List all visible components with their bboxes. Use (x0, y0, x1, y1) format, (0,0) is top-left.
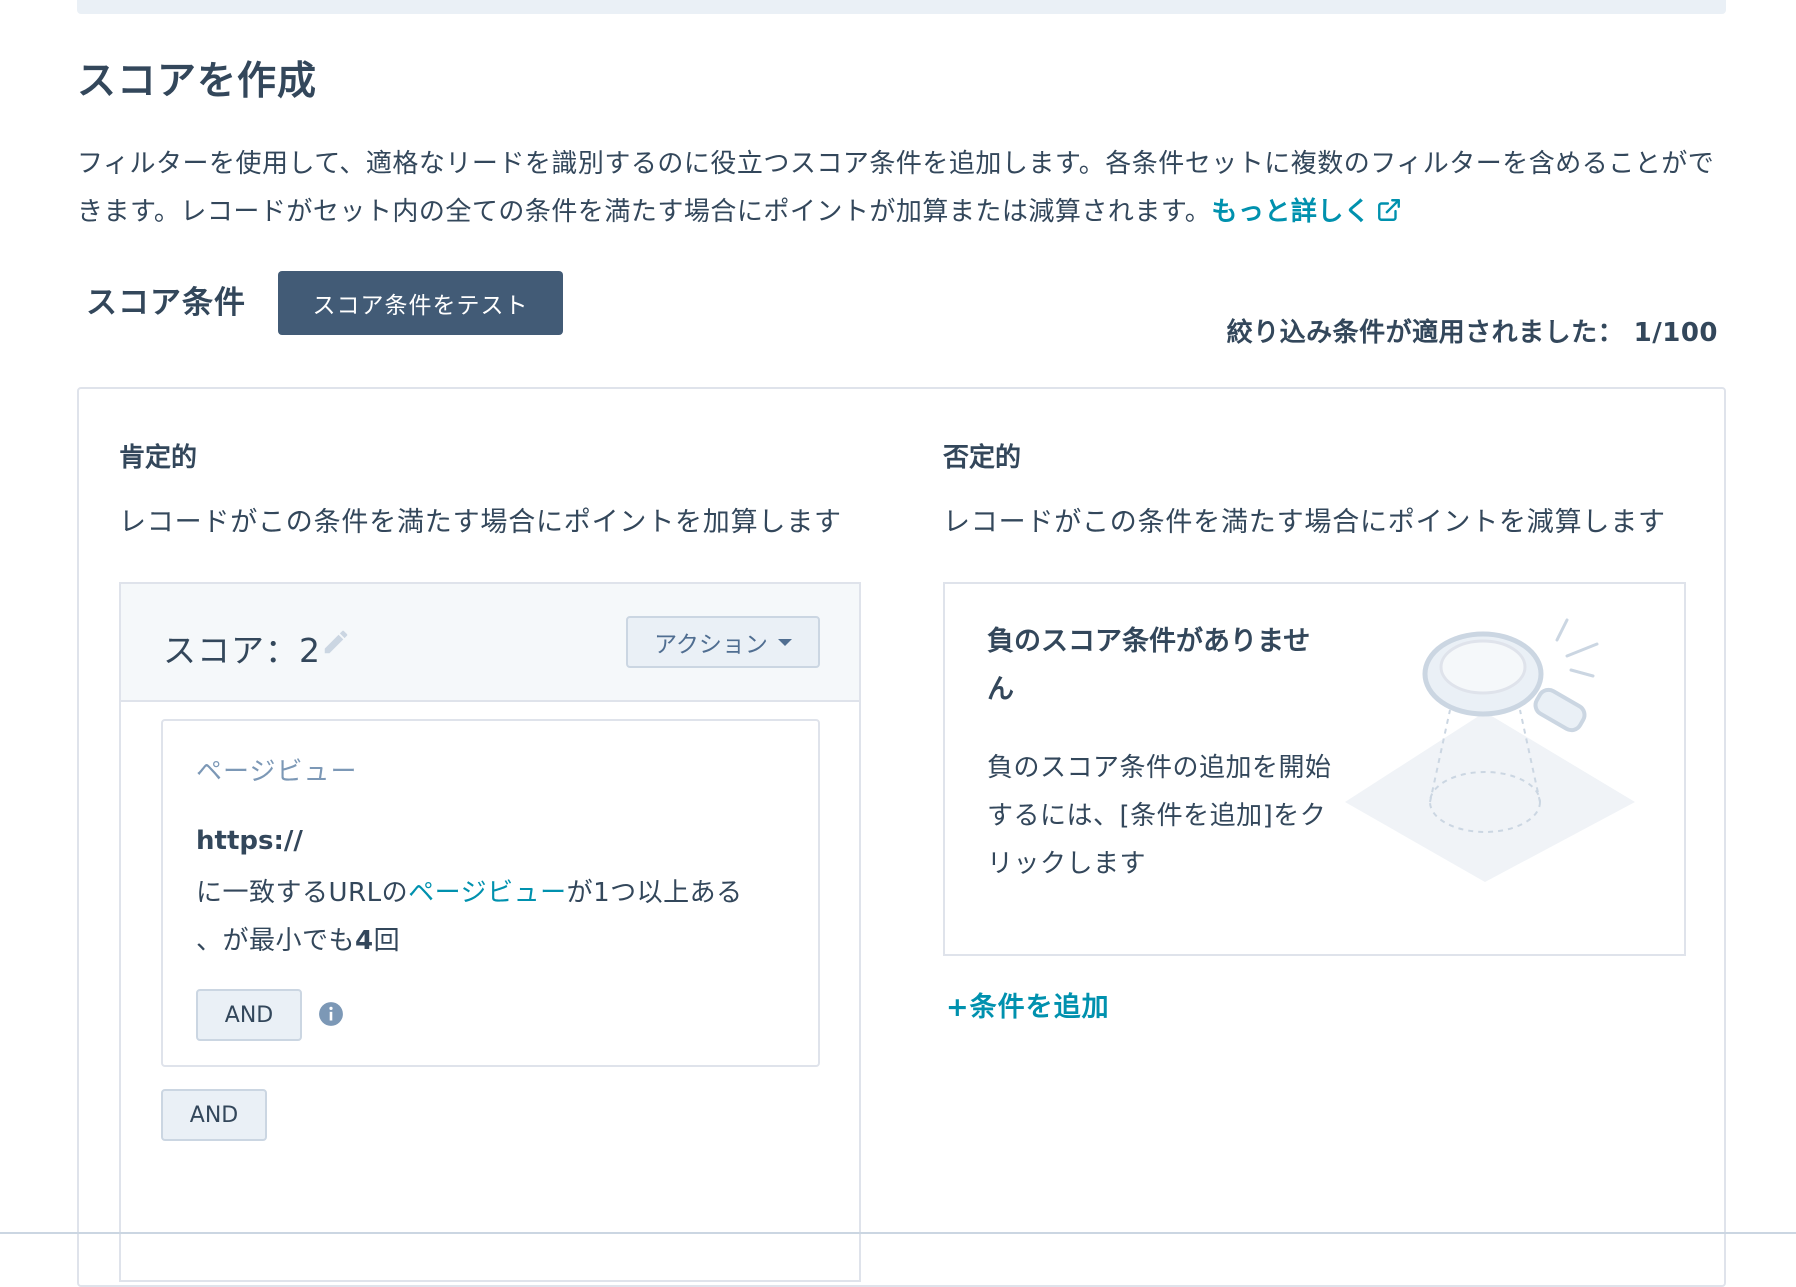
learn-more-link[interactable]: もっと詳しく (1211, 197, 1402, 227)
top-bar (77, 0, 1726, 14)
score-value-label: スコア：2 (163, 631, 321, 670)
filters-applied-count: 1/100 (1633, 318, 1718, 348)
negative-column-description: レコードがこの条件を満たす場合にポイントを減算します (943, 507, 1666, 538)
learn-more-label: もっと詳しく (1211, 197, 1371, 227)
filter-text-before: に一致するURLの (196, 878, 409, 908)
and-button-outer[interactable]: AND (161, 1089, 267, 1141)
positive-column-description: レコードがこの条件を満たす場合にポイントを加算します (119, 507, 842, 538)
filters-applied-label: 絞り込み条件が適用されました： (1226, 318, 1625, 348)
bottom-divider (0, 1232, 1796, 1234)
external-link-icon (1376, 191, 1402, 239)
filter-count: 4 (355, 926, 374, 956)
negative-empty-state: 負のスコア条件がありません 負のスコア条件の追加を開始するには、[条件を追加]を… (943, 582, 1686, 956)
positive-column-title: 肯定的 (119, 443, 198, 473)
description-text: フィルターを使用して、適格なリードを識別するのに役立つスコア条件を追加します。各… (77, 149, 1715, 227)
filter-count-suffix: 回 (373, 926, 401, 956)
actions-label: アクション (654, 632, 768, 658)
info-icon[interactable] (318, 1001, 344, 1031)
actions-dropdown-button[interactable]: アクション (626, 616, 820, 668)
score-group-header: スコア：2 アクション (121, 584, 859, 702)
negative-column-title: 否定的 (943, 443, 1022, 473)
score-conditions-label: スコア条件 (86, 285, 246, 321)
edit-pencil-icon[interactable] (321, 627, 351, 661)
positive-score-group: スコア：2 アクション ページビュー https:// に一致するURLのページ… (119, 582, 861, 1282)
test-score-conditions-button[interactable]: スコア条件をテスト (278, 271, 563, 335)
magnifying-glass-icon (1335, 612, 1645, 896)
filter-url-value: https:// (196, 826, 303, 856)
filter-type-label: ページビュー (196, 757, 358, 787)
filter-card[interactable]: ページビュー https:// に一致するURLのページビューが1つ以上ある 、… (161, 719, 820, 1067)
empty-state-title: 負のスコア条件がありません (987, 626, 1311, 705)
empty-state-description: 負のスコア条件の追加を開始するには、[条件を追加]をクリックします (987, 753, 1332, 879)
caret-down-icon (777, 638, 792, 646)
add-condition-button[interactable]: +条件を追加 (946, 985, 1110, 1024)
filters-applied-status: 絞り込み条件が適用されました： 1/100 (1227, 312, 1718, 349)
page-title: スコアを作成 (77, 59, 318, 104)
filter-description: に一致するURLのページビューが1つ以上ある 、が最小でも4回 (196, 869, 756, 965)
filter-pageview-link[interactable]: ページビュー (408, 878, 566, 908)
page-description: フィルターを使用して、適格なリードを識別するのに役立つスコア条件を追加します。各… (77, 140, 1717, 239)
and-button-inner[interactable]: AND (196, 989, 302, 1041)
